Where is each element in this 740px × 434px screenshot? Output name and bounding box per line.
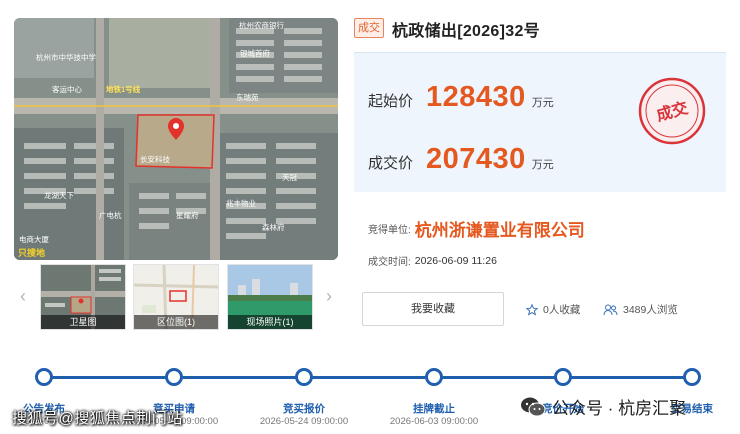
status-badge: 成交 [354, 18, 384, 38]
winner-label: 竞得单位: [368, 225, 411, 236]
wechat-watermark: 公众号 · 杭房汇聚 [520, 394, 686, 419]
timeline-label: 挂牌截止 [413, 403, 455, 415]
views-count: 3489人浏览 [603, 302, 678, 317]
timeline-label: 竞买报价 [283, 403, 325, 415]
price-panel: 起始价 128430 万元 成交价 207430 万元 成交 [354, 52, 726, 192]
deal-time-value: 2026-06-09 11:26 [414, 254, 497, 267]
map-label-tech: 长安科技 [140, 154, 170, 164]
map-label-school: 杭州市中华技中学 [36, 52, 96, 62]
map-label-property: 兆丰物业 [226, 198, 256, 208]
map-label-residence-2: 东瑞苑 [236, 92, 259, 102]
timeline-date: 2026-06-03 09:00:00 [389, 416, 479, 427]
deal-price-value: 207430 [426, 143, 526, 175]
thumbnail-caption: 现场照片(1) [228, 315, 312, 329]
wechat-logo-icon [521, 397, 546, 416]
map-label-longhu: 龙湖天下 [44, 190, 74, 200]
satellite-main-image[interactable]: 杭州市中华技中学 客运中心 地铁1号线 杭州农商银行 银城首府 东瑞苑 长安科技… [14, 18, 338, 260]
timeline-node-auction [554, 368, 572, 386]
collect-button[interactable]: 我要收藏 [362, 292, 504, 326]
prev-arrow-icon[interactable]: ‹ [14, 284, 32, 308]
map-label-tianguan: 天冠 [282, 173, 297, 182]
deal-stamp-icon: 成交 [638, 77, 706, 145]
map-label-bank: 杭州农商银行 [239, 20, 284, 30]
timeline-node-listing-close [425, 368, 443, 386]
map-label-broadcast: 广电杭 [99, 210, 122, 220]
map-label-metro: 地铁1号线 [106, 84, 141, 94]
start-price-label: 起始价 [368, 93, 414, 110]
views-text: 3489人浏览 [623, 304, 678, 316]
timeline-node-apply [165, 368, 183, 386]
thumbnail-satellite[interactable]: 卫星图 [40, 264, 126, 330]
timeline-node-end [683, 368, 701, 386]
map-label-bus-station: 客运中心 [52, 84, 82, 94]
thumbnail-strip: ‹ 卫星图 区位图(1) 现场照片(1) › [14, 264, 338, 332]
wechat-watermark-text: 公众号 · 杭房汇聚 [552, 399, 687, 418]
favorites-count: 0人收藏 [526, 302, 580, 317]
thumbnail-site-photo[interactable]: 现场照片(1) [227, 264, 313, 330]
satellite-map-graphic: 杭州市中华技中学 客运中心 地铁1号线 杭州农商银行 银城首府 东瑞苑 长安科技… [14, 18, 338, 260]
map-label-forest: 森林府 [262, 222, 285, 232]
timeline-node-bid [295, 368, 313, 386]
thumbnail-location-map[interactable]: 区位图(1) [133, 264, 219, 330]
thumbnail-caption: 卫星图 [41, 315, 125, 329]
favorites-text: 0人收藏 [543, 304, 581, 316]
deal-price-row: 成交价 207430 万元 [368, 143, 554, 179]
map-label-ecommerce: 电商大厦 [19, 234, 49, 244]
timeline-node-announce [35, 368, 53, 386]
deal-time-label: 成交时间: [368, 257, 411, 268]
sohu-watermark: 搜狐号@搜狐焦点荆门站 [12, 410, 183, 427]
next-arrow-icon[interactable]: › [320, 284, 338, 308]
land-detail-page: { "gallery": { "map_labels": ["杭州市中华技中学"… [0, 0, 740, 434]
start-price-unit: 万元 [531, 97, 554, 109]
star-icon [526, 303, 538, 316]
deal-time-row: 成交时间: 2026-06-09 11:26 [368, 253, 497, 269]
thumbnail-caption: 区位图(1) [134, 315, 218, 329]
winner-row: 竞得单位: 杭州浙谦置业有限公司 [368, 216, 585, 241]
start-price-row: 起始价 128430 万元 [368, 81, 554, 117]
deal-price-unit: 万元 [531, 159, 554, 171]
winner-name: 杭州浙谦置业有限公司 [414, 221, 585, 240]
lot-title: 杭政储出[2026]32号 [392, 23, 540, 40]
map-label-residence-1: 银城首府 [240, 48, 270, 58]
map-label-xingyao: 星耀府 [176, 210, 199, 220]
timeline-track [44, 376, 692, 379]
users-icon [603, 304, 618, 315]
deal-price-label: 成交价 [368, 155, 414, 172]
start-price-value: 128430 [426, 81, 526, 113]
map-watermark: 只搜地 [18, 247, 45, 258]
timeline-date: 2026-05-24 09:00:00 [259, 416, 349, 427]
